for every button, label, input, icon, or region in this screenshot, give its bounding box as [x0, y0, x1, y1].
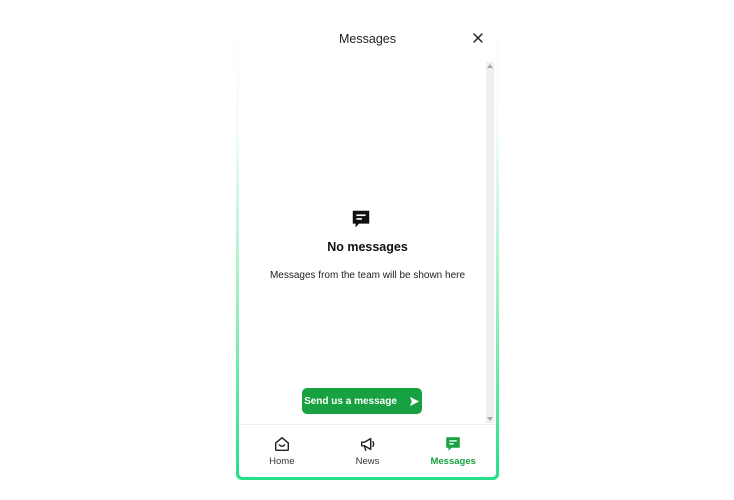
nav-item-news[interactable]: News: [325, 425, 411, 477]
message-icon: [446, 437, 460, 451]
page-title: Messages: [339, 32, 396, 46]
bottom-nav: Home News Messages: [239, 424, 496, 477]
messenger-widget: Messages No messages Messages from the t…: [236, 18, 499, 480]
close-icon: [473, 33, 483, 43]
empty-state-title: No messages: [327, 240, 408, 254]
home-icon: [274, 436, 289, 452]
empty-state-subtitle: Messages from the team will be shown her…: [269, 270, 466, 281]
megaphone-icon: [360, 437, 374, 452]
scroll-down-arrow-icon[interactable]: [487, 417, 493, 421]
close-button[interactable]: [470, 30, 486, 46]
messenger-panel: Messages No messages Messages from the t…: [239, 18, 496, 477]
nav-item-messages[interactable]: Messages: [410, 425, 496, 477]
message-icon: [352, 210, 370, 228]
send-icon: [409, 396, 419, 406]
scrollbar[interactable]: [486, 62, 494, 423]
nav-item-home[interactable]: Home: [239, 425, 325, 477]
nav-label-home: Home: [269, 456, 295, 467]
nav-label-messages: Messages: [430, 456, 476, 467]
header: Messages: [239, 18, 496, 60]
scroll-up-arrow-icon[interactable]: [487, 64, 493, 68]
send-message-label: Send us a message: [304, 395, 397, 407]
nav-label-news: News: [355, 456, 380, 467]
messages-content: No messages Messages from the team will …: [239, 60, 486, 425]
send-message-button[interactable]: Send us a message: [302, 388, 422, 414]
